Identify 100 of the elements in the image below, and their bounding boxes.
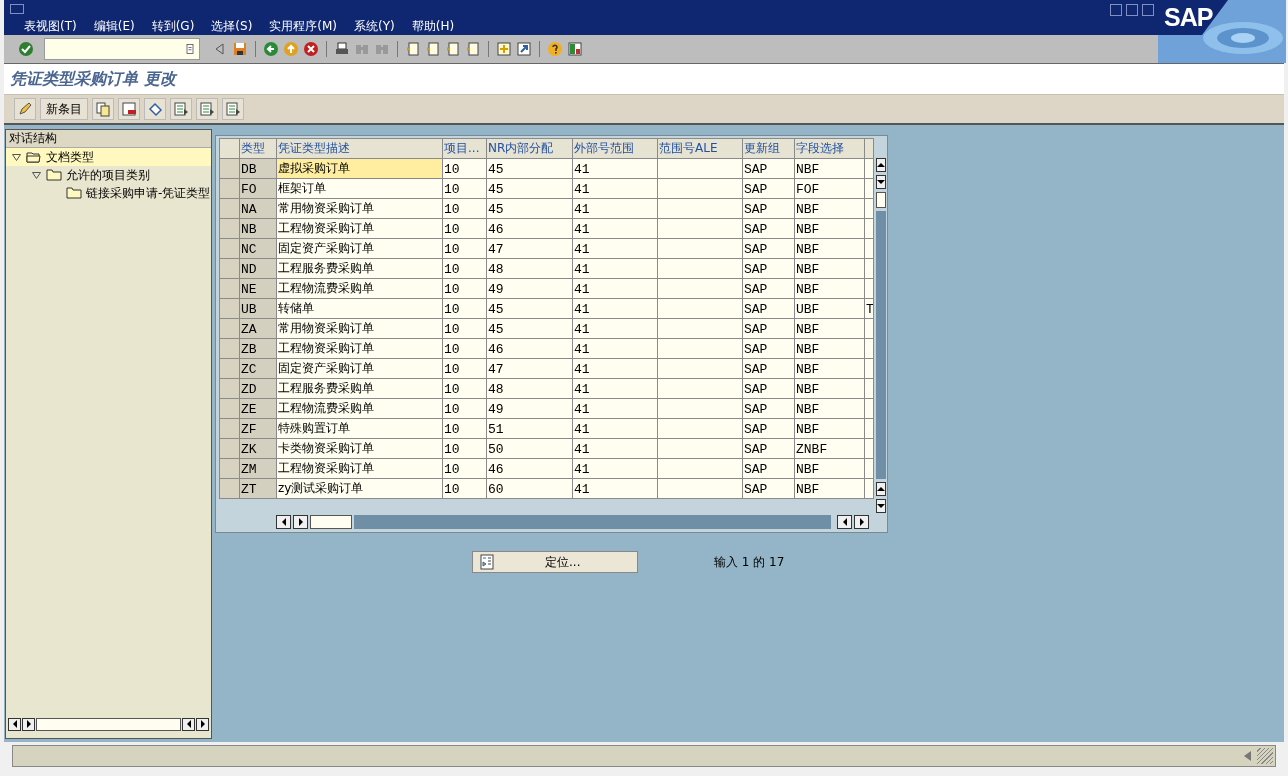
folder-icon	[26, 151, 42, 163]
table-cell: 10	[444, 221, 460, 237]
menu-item[interactable]: 选择(S)	[211, 18, 253, 35]
row-selector[interactable]	[219, 318, 240, 339]
row-selector[interactable]	[219, 218, 240, 239]
table-cell: 51	[488, 421, 504, 437]
table-cell: 41	[574, 321, 590, 337]
tree-item[interactable]: 允许的项目类别	[6, 166, 211, 184]
resize-grip-icon[interactable]	[1257, 748, 1273, 764]
select-all-button[interactable]	[219, 138, 240, 159]
menu-item[interactable]: 转到(G)	[151, 18, 195, 35]
table-cell: NA	[241, 201, 257, 217]
command-field[interactable]	[44, 38, 200, 60]
menu-item[interactable]: 编辑(E)	[93, 18, 135, 35]
row-selector[interactable]	[219, 358, 240, 379]
table-cell: 46	[488, 221, 504, 237]
table-cell: 41	[574, 261, 590, 277]
column-header[interactable]: 类型	[239, 138, 277, 159]
horizontal-scrollbar[interactable]	[276, 515, 831, 529]
row-selector[interactable]	[219, 298, 240, 319]
table-cell: ZF	[241, 421, 257, 437]
column-header[interactable]: 项目...	[442, 138, 487, 159]
column-header[interactable]: 字段选择	[794, 138, 865, 159]
column-header[interactable]: 凭证类型描述	[276, 138, 443, 159]
table-cell: 47	[488, 361, 504, 377]
list-icon[interactable]	[170, 98, 192, 120]
table-cell: SAP	[744, 341, 768, 357]
vertical-scrollbar[interactable]	[876, 158, 886, 513]
edit-icon[interactable]	[14, 98, 36, 120]
shortcut-icon[interactable]	[516, 41, 532, 57]
table-cell: 特殊购置订单	[278, 421, 350, 435]
table-cell: 41	[574, 401, 590, 417]
table-cell: 49	[488, 401, 504, 417]
table-cell: 工程物资采购订单	[278, 341, 374, 355]
row-selector[interactable]	[219, 378, 240, 399]
table-cell: 41	[574, 361, 590, 377]
table-cell: UBF	[796, 301, 820, 317]
table-cell: SAP	[744, 301, 768, 317]
position-button[interactable]: 定位...	[472, 551, 638, 573]
row-selector[interactable]	[219, 398, 240, 419]
menu-item[interactable]: 表视图(T)	[24, 18, 77, 35]
print-icon[interactable]	[334, 41, 350, 57]
table-cell: 10	[444, 481, 460, 497]
table-cell: NBF	[796, 241, 820, 257]
menu-item[interactable]: 帮助(H)	[411, 18, 455, 35]
row-selector[interactable]	[219, 198, 240, 219]
new-entries-button[interactable]: 新条目	[40, 98, 88, 120]
list-icon[interactable]	[196, 98, 218, 120]
table-cell: 41	[574, 161, 590, 177]
row-selector[interactable]	[219, 238, 240, 259]
table-cell: SAP	[744, 361, 768, 377]
table-cell: NBF	[796, 161, 820, 177]
table-cell: zy测试采购订单	[278, 481, 364, 495]
row-selector[interactable]	[219, 258, 240, 279]
delete-icon[interactable]	[118, 98, 140, 120]
minimize-button[interactable]	[1110, 4, 1122, 16]
tree-item[interactable]: 链接采购申请-凭证类型	[6, 184, 211, 202]
list-icon	[479, 554, 495, 570]
system-menu-icon[interactable]	[10, 4, 24, 14]
horizontal-scrollbar[interactable]	[837, 515, 871, 529]
row-selector[interactable]	[219, 478, 240, 499]
close-button[interactable]	[1142, 4, 1154, 16]
menu-item[interactable]: 系统(Y)	[354, 18, 395, 35]
row-selector[interactable]	[219, 418, 240, 439]
layout-icon[interactable]	[567, 41, 583, 57]
table-cell: 常用物资采购订单	[278, 321, 374, 335]
table-cell: 41	[574, 421, 590, 437]
table-cell: SAP	[744, 401, 768, 417]
table-cell: 45	[488, 161, 504, 177]
tree-item[interactable]: 文档类型	[6, 148, 211, 166]
column-header[interactable]: 更新组	[742, 138, 795, 159]
enter-icon[interactable]	[18, 41, 34, 57]
save-icon[interactable]	[232, 41, 248, 57]
column-header[interactable]: 范围号ALE	[657, 138, 743, 159]
row-selector[interactable]	[219, 178, 240, 199]
table-cell: 10	[444, 401, 460, 417]
row-selector[interactable]	[219, 438, 240, 459]
table-cell: SAP	[744, 481, 768, 497]
table-cell: NBF	[796, 261, 820, 277]
table-cell: 41	[574, 301, 590, 317]
menu-item[interactable]: 实用程序(M)	[269, 18, 338, 35]
cancel-icon[interactable]	[303, 41, 319, 57]
table-cell: 10	[444, 281, 460, 297]
table-cell: SAP	[744, 261, 768, 277]
help-icon[interactable]	[547, 41, 563, 57]
table-cell: 10	[444, 341, 460, 357]
table-cell: 41	[574, 221, 590, 237]
column-header[interactable]: 外部号范围	[572, 138, 658, 159]
table-cell: 48	[488, 381, 504, 397]
new-window-icon[interactable]	[496, 41, 512, 57]
row-selector[interactable]	[219, 278, 240, 299]
back-icon[interactable]	[263, 41, 279, 57]
restore-button[interactable]	[1126, 4, 1138, 16]
table-cell: SAP	[744, 441, 768, 457]
row-selector[interactable]	[219, 338, 240, 359]
list-icon[interactable]	[222, 98, 244, 120]
column-header[interactable]: NR内部分配	[486, 138, 573, 159]
copy-icon[interactable]	[92, 98, 114, 120]
row-selector[interactable]	[219, 458, 240, 479]
row-selector[interactable]	[219, 158, 240, 179]
